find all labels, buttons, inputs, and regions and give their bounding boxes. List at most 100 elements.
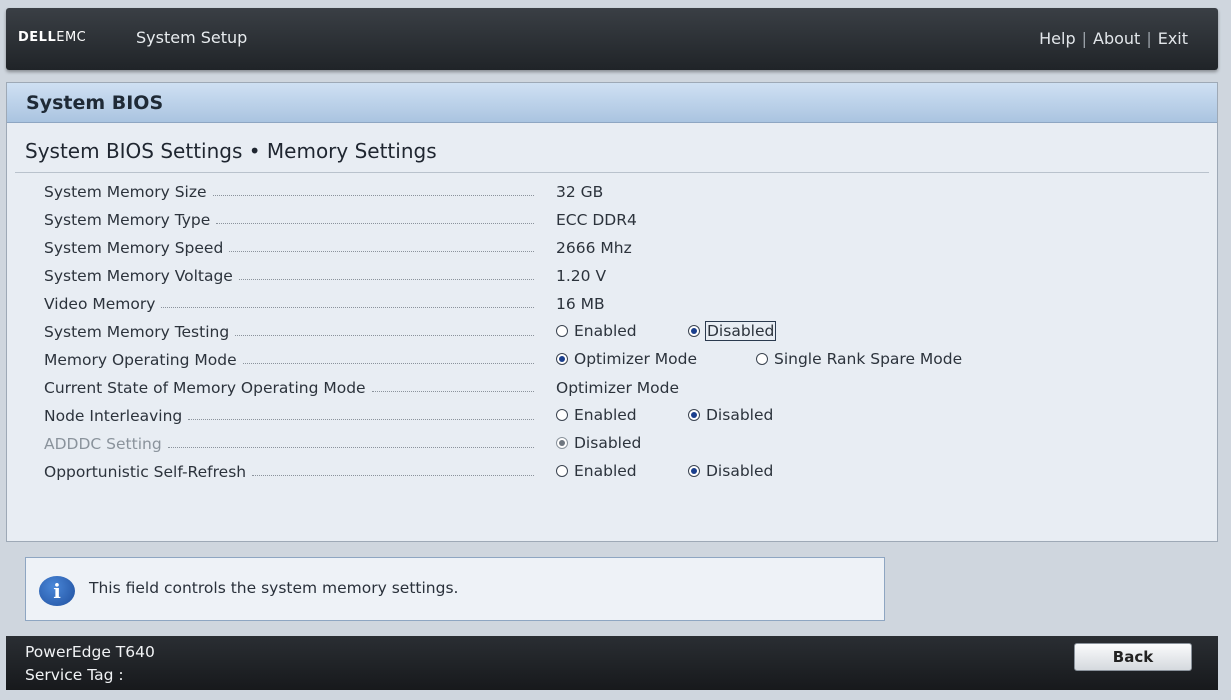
setting-label-text: Video Memory	[44, 295, 156, 313]
title-divider	[15, 172, 1209, 173]
setting-label-text: Current State of Memory Operating Mode	[44, 379, 366, 397]
info-icon: i	[39, 576, 75, 606]
radio-option[interactable]: Disabled	[688, 321, 777, 341]
leader-dots	[252, 474, 534, 476]
setting-label-text: Memory Operating Mode	[44, 351, 237, 369]
setting-label-text: ADDDC Setting	[44, 435, 162, 453]
radio-option-label: Disabled	[706, 406, 774, 424]
setting-row: System Memory Voltage 1.20 V	[7, 263, 1217, 291]
setting-row[interactable]: Opportunistic Self-Refresh Enabled Disable…	[7, 459, 1217, 487]
app-title: System Setup	[136, 28, 248, 47]
radio-option-label: Disabled	[706, 462, 774, 480]
setting-value: 1.20 V	[556, 267, 607, 285]
setting-value: Optimizer Mode	[556, 379, 680, 397]
setting-row: System Memory Type ECC DDR4	[7, 207, 1217, 235]
help-text: This field controls the system memory se…	[89, 579, 459, 597]
panel-title: System BIOS	[7, 83, 1217, 123]
setting-label: Current State of Memory Operating Mode	[44, 379, 534, 397]
leader-dots	[235, 334, 534, 336]
setting-label: Memory Operating Mode	[44, 351, 534, 369]
setting-value: ECC DDR4	[556, 211, 637, 229]
setting-label-text: System Memory Speed	[44, 239, 224, 257]
radio-empty-icon[interactable]	[556, 325, 568, 337]
setting-label: System Memory Type	[44, 211, 534, 229]
link-separator: |	[1146, 29, 1152, 48]
link-separator: |	[1081, 29, 1087, 48]
radio-selected-icon[interactable]	[688, 409, 700, 421]
setting-row[interactable]: Node Interleaving Enabled Disabled	[7, 403, 1217, 431]
radio-option[interactable]: Enabled	[556, 322, 637, 340]
footer-bar: PowerEdge T640 Service Tag : Back	[6, 636, 1218, 690]
settings-panel: System BIOS System BIOS Settings • Memor…	[6, 82, 1218, 542]
leader-dots	[216, 222, 534, 224]
leader-dots	[229, 250, 534, 252]
setting-row: System Memory Speed 2666 Mhz	[7, 235, 1217, 263]
leader-dots	[242, 362, 534, 364]
setting-label-text: System Memory Type	[44, 211, 211, 229]
setting-row: System Memory Size 32 GB	[7, 179, 1217, 207]
radio-selected-icon[interactable]	[688, 465, 700, 477]
radio-option-label: Optimizer Mode	[574, 350, 698, 368]
leader-dots	[238, 278, 534, 280]
radio-option[interactable]: Enabled	[556, 406, 637, 424]
leader-dots	[188, 418, 534, 420]
setting-value: 16 MB	[556, 295, 605, 313]
setting-row[interactable]: System Memory Testing Enabled Disabled	[7, 319, 1217, 347]
page-title: System BIOS Settings • Memory Settings	[25, 139, 437, 163]
radio-option-label: Disabled	[574, 434, 642, 452]
brand-dell: DELL	[18, 30, 57, 45]
top-bar: DELLEMC System Setup Help | About | Exit	[6, 8, 1218, 70]
setting-label: ADDDC Setting	[44, 435, 534, 453]
setting-label: Opportunistic Self-Refresh	[44, 463, 534, 481]
setting-row: ADDDC Setting Disabled	[7, 431, 1217, 459]
radio-option-label: Enabled	[574, 462, 637, 480]
radio-empty-icon[interactable]	[556, 409, 568, 421]
setting-label: System Memory Testing	[44, 323, 534, 341]
radio-empty-icon[interactable]	[556, 465, 568, 477]
back-button[interactable]: Back	[1074, 643, 1192, 671]
radio-option-label: Single Rank Spare Mode	[774, 350, 963, 368]
setting-label: System Memory Speed	[44, 239, 534, 257]
about-link[interactable]: About	[1093, 29, 1140, 48]
radio-option[interactable]: Optimizer Mode	[556, 350, 697, 368]
radio-option-label: Enabled	[574, 406, 637, 424]
radio-option-label: Enabled	[574, 322, 637, 340]
help-link[interactable]: Help	[1039, 29, 1075, 48]
system-model: PowerEdge T640	[25, 643, 155, 661]
setting-row[interactable]: Memory Operating Mode Optimizer Mode Singl…	[7, 347, 1217, 375]
settings-list: System Memory Size 32 GB System Memory Typ…	[7, 179, 1217, 487]
radio-empty-icon[interactable]	[756, 353, 768, 365]
radio-selected-icon[interactable]	[556, 353, 568, 365]
radio-selected-icon	[556, 437, 568, 449]
top-links: Help | About | Exit	[1039, 29, 1188, 48]
radio-option[interactable]: Enabled	[556, 462, 637, 480]
setting-label-text: System Memory Testing	[44, 323, 230, 341]
radio-option[interactable]: Single Rank Spare Mode	[756, 350, 962, 368]
radio-selected-icon[interactable]	[688, 325, 700, 337]
setting-label: System Memory Voltage	[44, 267, 534, 285]
setting-label-text: System Memory Voltage	[44, 267, 233, 285]
leader-dots	[212, 194, 534, 196]
leader-dots	[371, 390, 534, 392]
setting-label-text: Node Interleaving	[44, 407, 183, 425]
radio-option-label: Disabled	[704, 321, 777, 341]
setting-label-text: System Memory Size	[44, 183, 207, 201]
setting-label-text: Opportunistic Self-Refresh	[44, 463, 247, 481]
dell-emc-logo: DELLEMC	[18, 30, 86, 45]
setting-row: Video Memory 16 MB	[7, 291, 1217, 319]
setting-value: 2666 Mhz	[556, 239, 632, 257]
setting-value: 32 GB	[556, 183, 604, 201]
service-tag: Service Tag :	[25, 666, 124, 684]
setting-label: System Memory Size	[44, 183, 534, 201]
radio-option: Disabled	[556, 434, 641, 452]
radio-option[interactable]: Disabled	[688, 462, 773, 480]
radio-option[interactable]: Disabled	[688, 406, 773, 424]
setting-label: Node Interleaving	[44, 407, 534, 425]
brand-emc: EMC	[56, 30, 87, 45]
setting-row: Current State of Memory Operating Mode Op…	[7, 375, 1217, 403]
leader-dots	[161, 306, 534, 308]
help-box: i This field controls the system memory …	[25, 557, 885, 621]
leader-dots	[167, 446, 534, 448]
exit-link[interactable]: Exit	[1158, 29, 1188, 48]
setting-label: Video Memory	[44, 295, 534, 313]
